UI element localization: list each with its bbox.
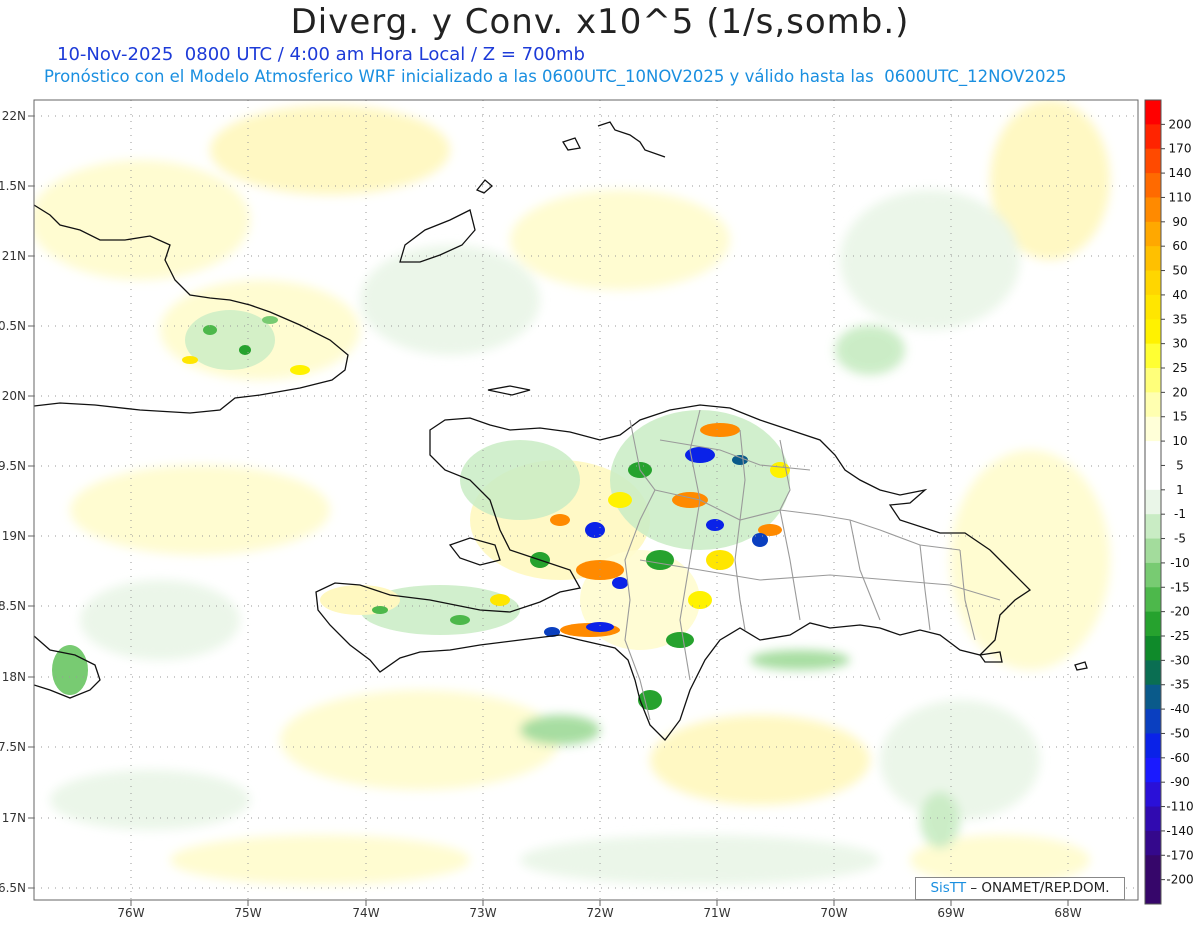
colorbar-swatch xyxy=(1145,221,1161,247)
colorbar-level-label: -170 xyxy=(1166,848,1193,862)
colorbar-level-label: 25 xyxy=(1172,361,1187,375)
colorbar-swatch xyxy=(1145,441,1161,466)
lat-tick-label: 20N xyxy=(2,389,26,403)
colorbar-swatch xyxy=(1145,611,1161,637)
colorbar-level-label: -140 xyxy=(1166,824,1193,838)
colorbar-swatch xyxy=(1145,294,1161,320)
longitude-labels: 76W 75W 74W 73W 72W 71W 70W 69W 68W xyxy=(117,900,1082,920)
colorbar-swatch xyxy=(1145,173,1161,198)
colorbar-level-label: 35 xyxy=(1172,312,1187,326)
colorbar-swatch xyxy=(1145,124,1161,150)
lon-tick-label: 71W xyxy=(703,906,730,920)
sistt-logo-text: SisTT xyxy=(930,880,967,896)
colorbar-level-label: 15 xyxy=(1172,410,1187,424)
colorbar-swatch xyxy=(1145,368,1161,393)
colorbar-swatch xyxy=(1145,489,1161,515)
colorbar-swatch xyxy=(1145,660,1161,686)
colorbar-level-label: -5 xyxy=(1174,532,1186,546)
colorbar-level-label: 140 xyxy=(1169,166,1192,180)
colorbar-swatch xyxy=(1145,806,1161,832)
colorbar-swatch xyxy=(1145,757,1161,783)
colorbar-swatch xyxy=(1145,148,1161,174)
lat-tick-label: 21N xyxy=(2,249,26,263)
lat-tick-label: 9.5N xyxy=(0,459,26,473)
colorbar-level-label: -1 xyxy=(1174,507,1186,521)
colorbar-swatch xyxy=(1145,587,1161,613)
colorbar-swatch xyxy=(1145,197,1161,223)
lon-tick-label: 69W xyxy=(937,906,964,920)
lat-tick-label: 7.5N xyxy=(0,740,26,754)
colorbar-swatch xyxy=(1145,416,1161,442)
colorbar-level-label: -20 xyxy=(1170,605,1190,619)
lat-tick-label: 22N xyxy=(2,109,26,123)
credit-text: – ONAMET/REP.DOM. xyxy=(966,880,1110,896)
colorbar-swatch xyxy=(1145,343,1161,369)
colorbar-level-label: -60 xyxy=(1170,751,1190,765)
colorbar-level-label: -40 xyxy=(1170,702,1190,716)
colorbar-swatch xyxy=(1145,538,1161,564)
lon-tick-label: 75W xyxy=(234,906,261,920)
colorbar-level-label: -15 xyxy=(1170,580,1190,594)
colorbar-level-label: 1 xyxy=(1176,483,1184,497)
colorbar-swatch xyxy=(1145,733,1161,759)
lon-tick-label: 74W xyxy=(352,906,379,920)
colorbar-level-label: 5 xyxy=(1176,458,1184,472)
colorbar-swatch xyxy=(1145,879,1161,905)
lon-tick-label: 70W xyxy=(820,906,847,920)
colorbar-swatch xyxy=(1145,514,1161,540)
colorbar-level-label: -25 xyxy=(1170,629,1190,643)
forecast-map: 22N 1.5N 21N 0.5N 20N 9.5N 19N 8.5N 18N 7.5N 17N 6.… xyxy=(0,99,1194,920)
colorbar-legend: 200 170 140 110 90 60 50 40 35 30 25 20 15 10 5 1 -1 -5 -1… xyxy=(1144,99,1194,905)
lat-tick-label: 8.5N xyxy=(0,599,26,613)
colorbar-level-label: 170 xyxy=(1169,142,1192,156)
lon-tick-label: 68W xyxy=(1054,906,1081,920)
colorbar-level-label: -90 xyxy=(1170,775,1190,789)
lat-tick-label: 1.5N xyxy=(0,179,26,193)
colorbar-level-label: -10 xyxy=(1170,556,1190,570)
colorbar-level-label: 90 xyxy=(1172,215,1187,229)
colorbar-swatch xyxy=(1145,684,1161,710)
latitude-labels: 22N 1.5N 21N 0.5N 20N 9.5N 19N 8.5N 18N 7.5N 17N 6.… xyxy=(0,109,34,895)
colorbar-swatch xyxy=(1145,319,1161,345)
colorbar-swatch xyxy=(1145,562,1161,588)
colorbar-level-label: 40 xyxy=(1172,288,1187,302)
colorbar-level-label: 200 xyxy=(1169,117,1192,131)
colorbar-level-label: 60 xyxy=(1172,239,1187,253)
colorbar-level-label: 30 xyxy=(1172,337,1187,351)
colorbar-level-label: 10 xyxy=(1172,434,1187,448)
colorbar-swatch xyxy=(1145,465,1161,491)
colorbar-level-label: -50 xyxy=(1170,726,1190,740)
colorbar-swatch xyxy=(1145,246,1161,272)
colorbar-level-label: 20 xyxy=(1172,385,1187,399)
colorbar-level-label: -30 xyxy=(1170,653,1190,667)
colorbar-swatch xyxy=(1145,100,1161,125)
lat-tick-label: 0.5N xyxy=(0,319,26,333)
colorbar-level-label: -35 xyxy=(1170,678,1190,692)
lon-tick-label: 73W xyxy=(469,906,496,920)
colorbar-swatch xyxy=(1145,392,1161,418)
colorbar-level-label: 110 xyxy=(1169,190,1192,204)
colorbar-swatch xyxy=(1145,855,1161,881)
lat-tick-label: 6.5N xyxy=(0,881,26,895)
colorbar-swatch xyxy=(1145,709,1161,734)
colorbar-swatch xyxy=(1145,782,1161,808)
lon-tick-label: 76W xyxy=(117,906,144,920)
lon-tick-label: 72W xyxy=(586,906,613,920)
lat-tick-label: 17N xyxy=(2,811,26,825)
colorbar-level-label: -110 xyxy=(1166,800,1193,814)
colorbar-level-label: 50 xyxy=(1172,264,1187,278)
colorbar-level-label: -200 xyxy=(1166,873,1193,887)
colorbar-swatch xyxy=(1145,270,1161,296)
lat-tick-label: 18N xyxy=(2,670,26,684)
lat-tick-label: 19N xyxy=(2,529,26,543)
colorbar-swatch xyxy=(1145,830,1161,856)
credit-box: SisTT – ONAMET/REP.DOM. xyxy=(915,877,1125,900)
colorbar-swatch xyxy=(1145,636,1161,661)
